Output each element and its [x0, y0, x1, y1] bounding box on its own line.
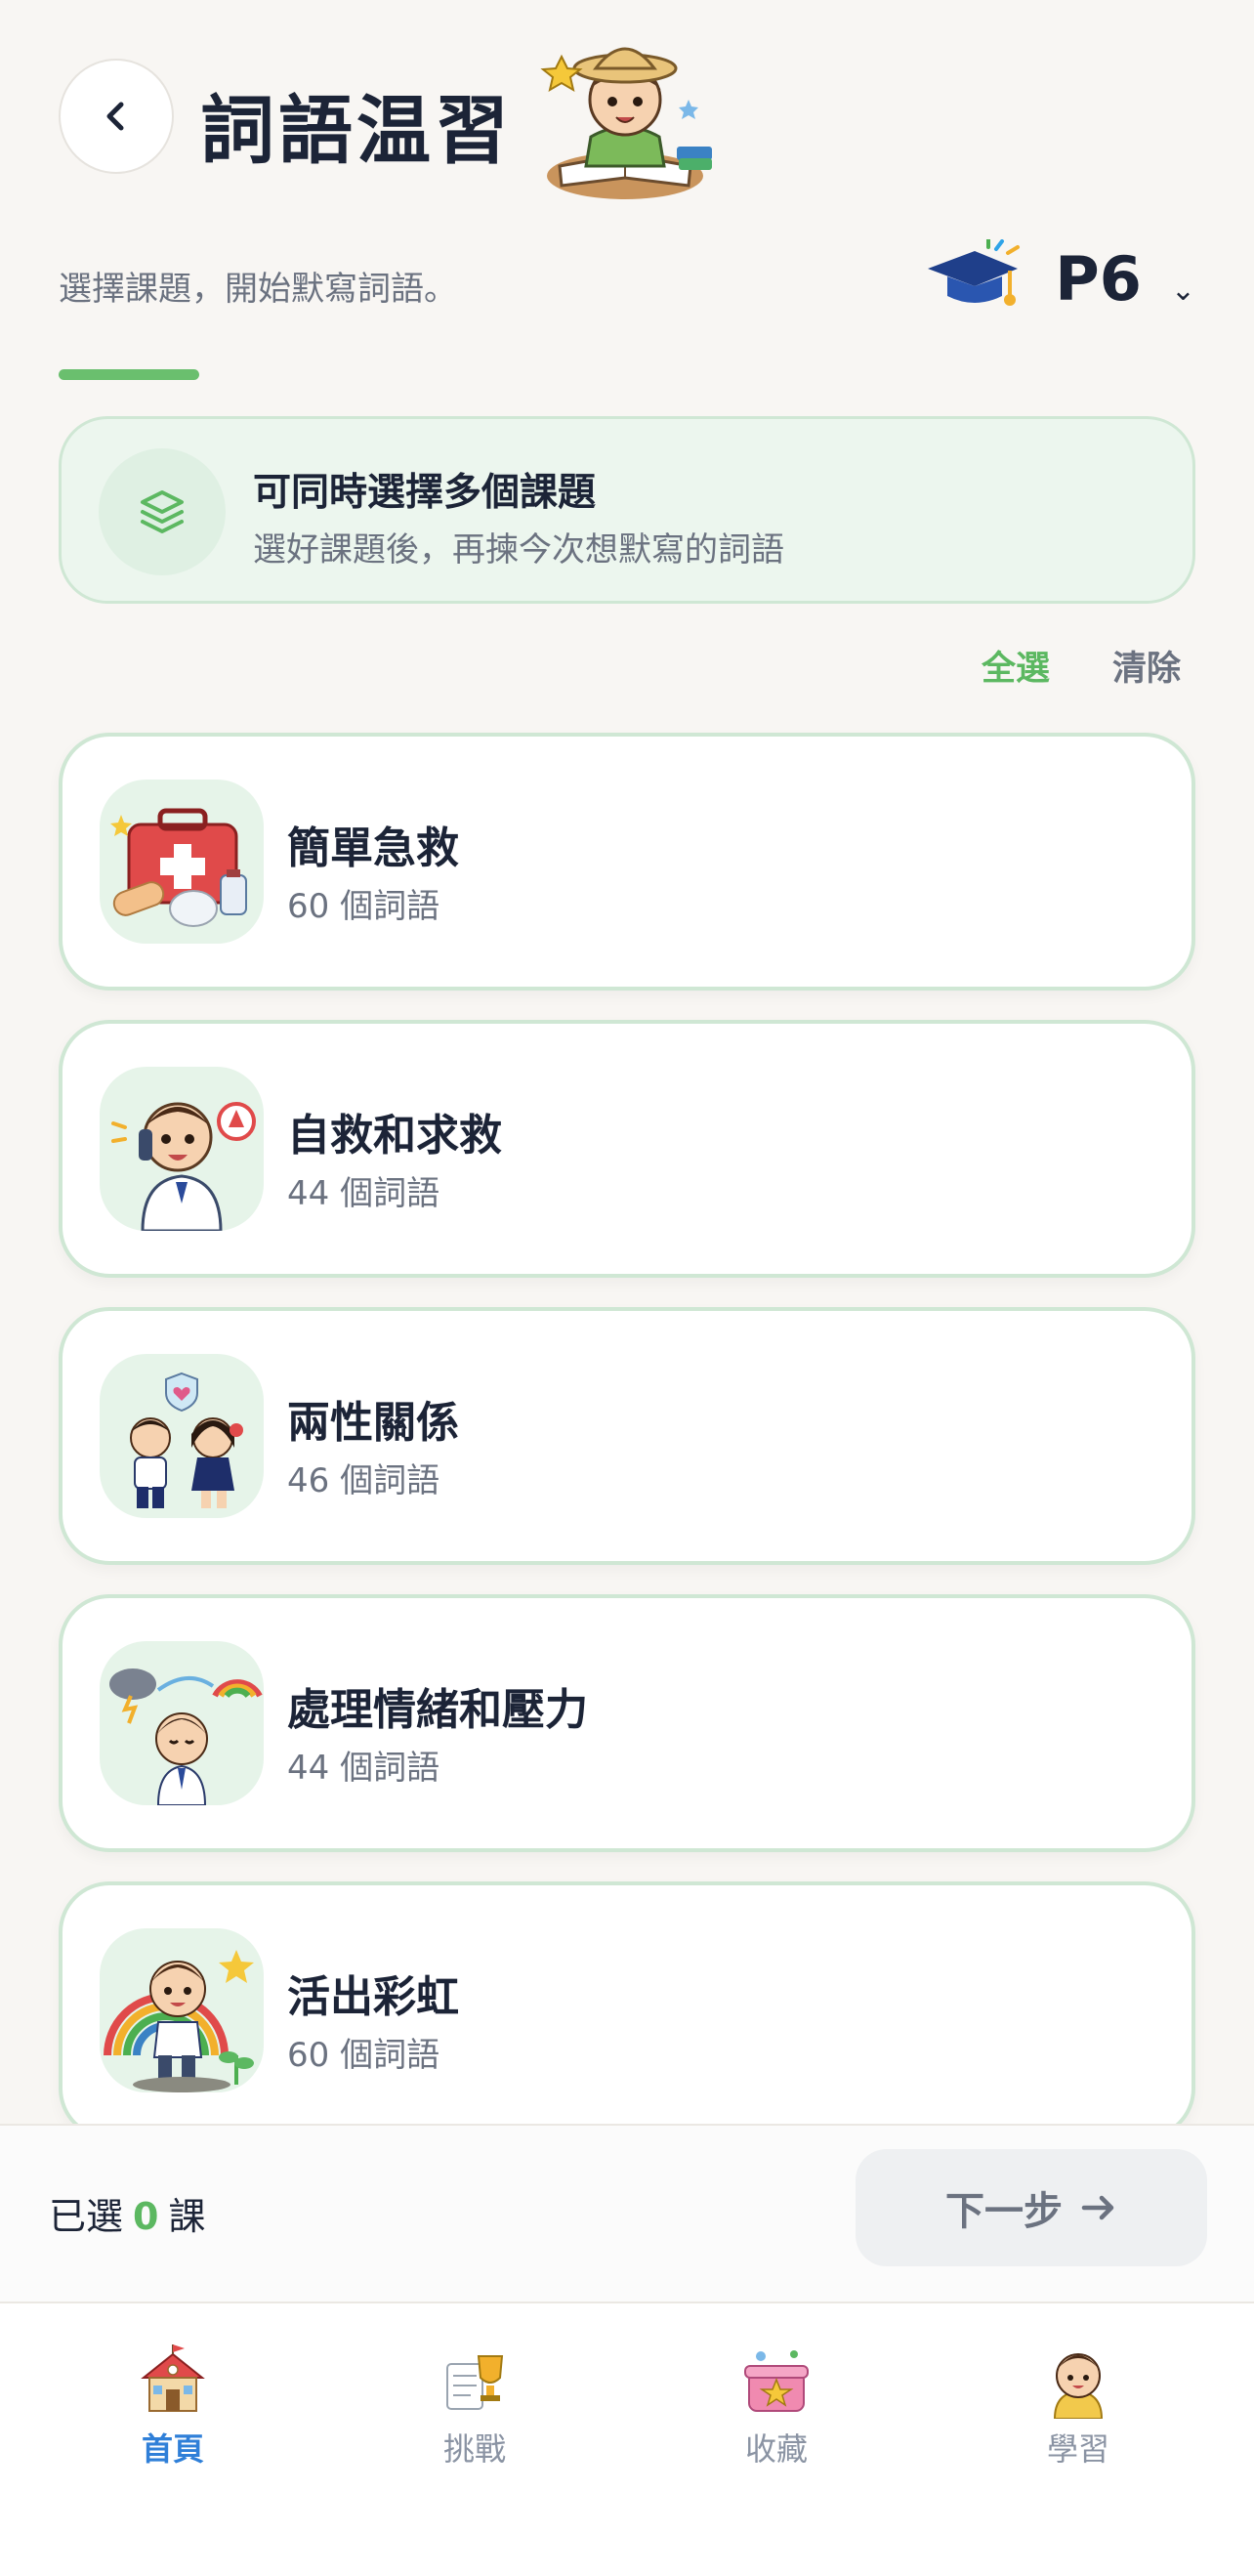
topic-name: 自救和求救 — [287, 1111, 502, 1161]
selected-suffix: 課 — [168, 2195, 206, 2238]
topic-card[interactable]: 自救和求救 44 個詞語 — [59, 1020, 1195, 1278]
info-banner: 可同時選擇多個課題 選好課題後，再揀今次想默寫的詞語 — [59, 416, 1195, 604]
school-house-icon — [141, 2344, 205, 2412]
back-button[interactable] — [59, 59, 174, 174]
info-title: 可同時選擇多個課題 — [253, 471, 597, 515]
boy-calling-help-icon — [100, 1067, 264, 1231]
tab-favorites-label: 收藏 — [744, 2430, 808, 2468]
select-all-button[interactable]: 全選 — [982, 641, 1050, 691]
selection-action-bar: 已選 0 課 下一步 — [0, 2124, 1254, 2302]
selected-count-value: 0 — [133, 2195, 159, 2238]
chevron-down-icon: ⌄ — [1170, 273, 1195, 308]
first-aid-kit-icon — [100, 780, 264, 944]
topic-name: 兩性關係 — [287, 1398, 459, 1448]
tab-challenge[interactable]: 挑戰 — [377, 2344, 572, 2470]
topic-word-count: 46 個詞語 — [287, 1461, 440, 1500]
selected-count-text: 已選 0 課 — [49, 2186, 205, 2240]
topic-name: 處理情緒和壓力 — [287, 1685, 588, 1735]
tab-learn-label: 學習 — [1046, 2430, 1109, 2468]
page-title: 詞語温習 — [200, 87, 513, 174]
boy-and-girl-icon — [100, 1354, 264, 1518]
tab-home[interactable]: 首頁 — [75, 2344, 271, 2470]
topic-word-count: 44 個詞語 — [287, 1749, 440, 1788]
topic-card[interactable]: 活出彩虹 60 個詞語 — [59, 1881, 1195, 2139]
topic-word-count: 44 個詞語 — [287, 1174, 440, 1213]
tab-home-label: 首頁 — [141, 2430, 204, 2468]
chevron-left-icon — [106, 102, 124, 131]
next-step-button[interactable]: 下一步 — [856, 2149, 1207, 2266]
bottom-tab-bar: 首頁 挑戰 收藏 學習 — [0, 2302, 1254, 2576]
arrow-right-icon — [1081, 2195, 1114, 2220]
topic-card[interactable]: 處理情緒和壓力 44 個詞語 — [59, 1594, 1195, 1852]
topic-word-count: 60 個詞語 — [287, 2036, 440, 2075]
topic-list: 簡單急救 60 個詞語 自救和求救 44 個詞語 兩性關係 46 個詞語 處理情… — [59, 733, 1195, 2169]
star-box-icon — [744, 2350, 809, 2412]
topic-card[interactable]: 簡單急救 60 個詞語 — [59, 733, 1195, 991]
layers-icon — [99, 448, 226, 575]
topic-name: 活出彩虹 — [287, 1972, 459, 2022]
topic-name: 簡單急救 — [287, 823, 459, 873]
clear-button[interactable]: 清除 — [1112, 641, 1181, 691]
page-subtitle: 選擇課題，開始默寫詞語。 — [59, 270, 457, 309]
graduation-cap-icon — [928, 239, 1021, 306]
grade-value: P6 — [1055, 242, 1142, 315]
progress-indicator — [59, 369, 199, 380]
boy-avatar-icon — [1053, 2353, 1104, 2419]
studying-boy-mascot — [540, 47, 712, 199]
tab-challenge-label: 挑戰 — [442, 2430, 506, 2468]
boy-rainbow-icon — [100, 1928, 264, 2092]
tab-learn[interactable]: 學習 — [981, 2344, 1176, 2470]
selection-actions: 全選 清除 — [982, 641, 1181, 691]
calm-boy-weather-icon — [100, 1641, 264, 1805]
selected-prefix: 已選 — [49, 2195, 124, 2238]
grade-selector[interactable]: P6 ⌄ — [920, 239, 1195, 317]
topic-word-count: 60 個詞語 — [287, 887, 440, 926]
topic-card[interactable]: 兩性關係 46 個詞語 — [59, 1307, 1195, 1565]
next-step-label: 下一步 — [945, 2189, 1063, 2234]
tab-favorites[interactable]: 收藏 — [679, 2344, 874, 2470]
trophy-scroll-icon — [446, 2355, 504, 2410]
info-description: 選好課題後，再揀今次想默寫的詞語 — [253, 530, 784, 570]
